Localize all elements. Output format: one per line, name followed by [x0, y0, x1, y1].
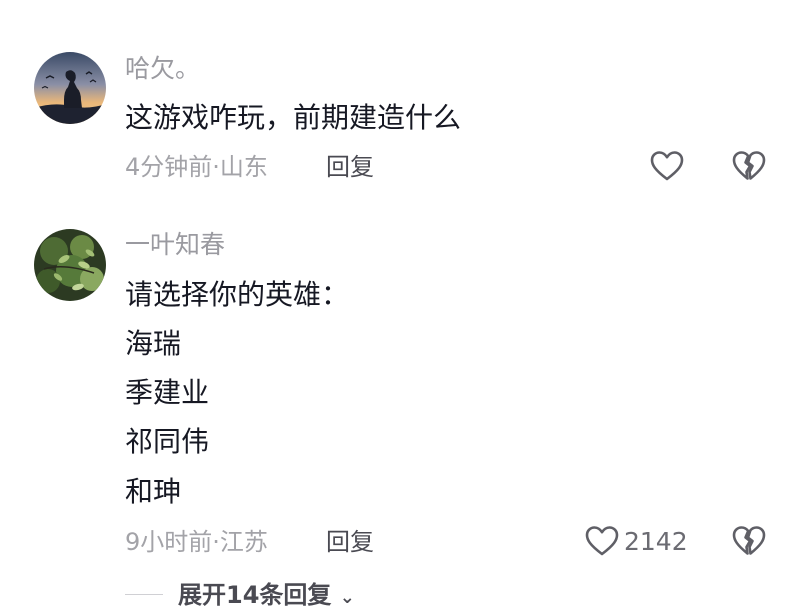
like-button[interactable] — [584, 524, 620, 558]
comment-meta: 9小时前·江苏 — [125, 528, 268, 556]
heart-outline-icon — [585, 526, 619, 556]
comment-username[interactable]: 哈欠。 — [125, 54, 200, 84]
reply-button[interactable]: 回复 — [326, 527, 374, 557]
expand-replies-button[interactable]: 展开14条回复 ⌄ — [178, 580, 355, 613]
comment-text-line: 海瑞 — [125, 327, 182, 360]
comment-text-line: 季建业 — [125, 376, 210, 409]
like-button[interactable] — [649, 149, 685, 183]
avatar[interactable] — [34, 52, 106, 124]
dislike-button[interactable] — [731, 149, 767, 183]
avatar-leaves-icon — [34, 229, 106, 301]
chevron-down-icon: ⌄ — [339, 587, 355, 608]
heart-outline-icon — [650, 151, 684, 181]
comment-text-line: 请选择你的英雄： — [125, 278, 350, 311]
avatar[interactable] — [34, 229, 106, 301]
reply-button[interactable]: 回复 — [326, 152, 374, 182]
avatar-sunset-icon — [34, 52, 106, 124]
comment-text-line: 祁同伟 — [125, 425, 210, 458]
broken-heart-icon — [732, 151, 766, 180]
expand-replies-label: 展开14条回复 — [178, 581, 332, 609]
like-count: 2142 — [624, 527, 688, 556]
comment-username[interactable]: 一叶知春 — [125, 230, 225, 260]
broken-heart-icon — [732, 526, 766, 555]
comment-text: 这游戏咋玩，前期建造什么 — [125, 101, 462, 134]
comment-text-line: 和珅 — [125, 475, 182, 508]
comment-meta: 4分钟前·山东 — [125, 153, 268, 181]
dislike-button[interactable] — [731, 524, 767, 558]
